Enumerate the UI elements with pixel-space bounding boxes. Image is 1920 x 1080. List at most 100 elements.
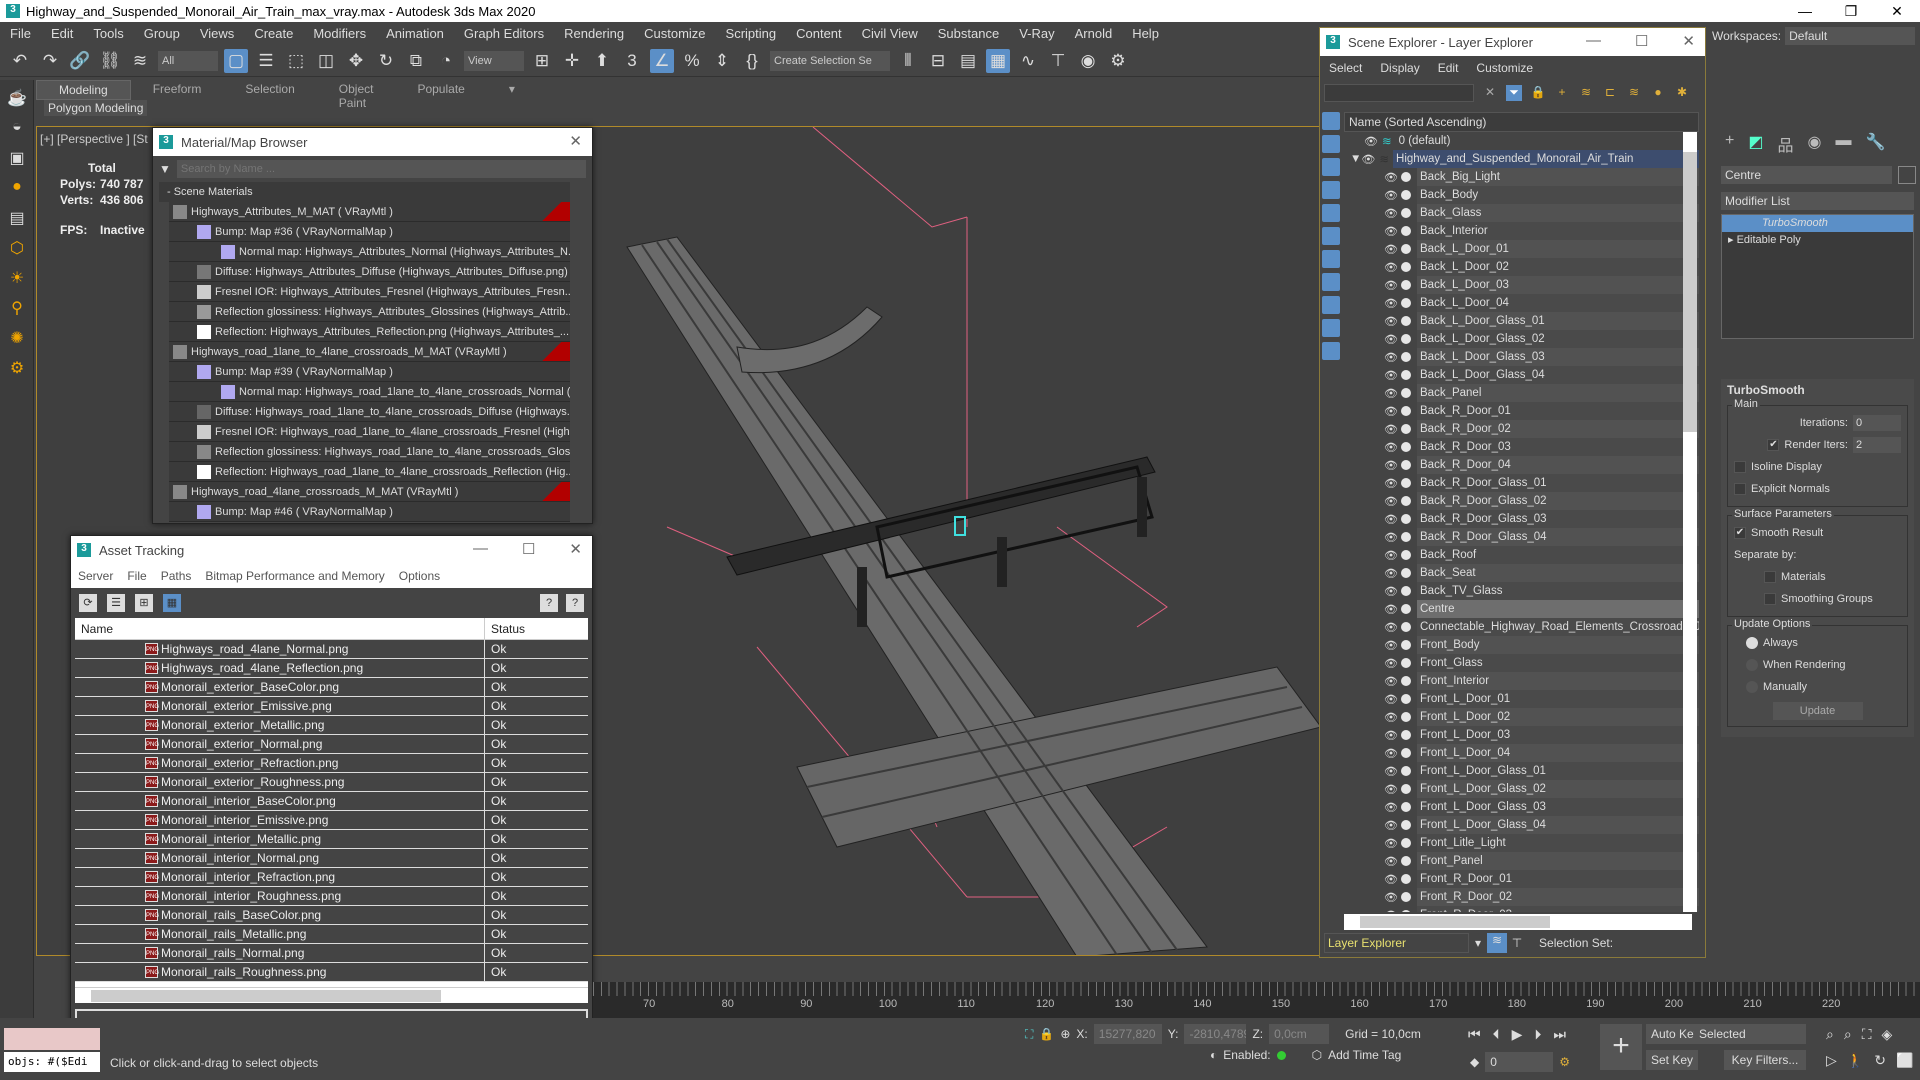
rect-selection-icon[interactable]: ⬚ <box>284 49 308 73</box>
scene-explorer-titlebar[interactable]: 3 Scene Explorer - Layer Explorer — ☐ ✕ <box>1320 28 1705 56</box>
object-row[interactable]: 👁 Back_Seat <box>1344 564 1699 582</box>
smooth-result-checkbox[interactable]: ✔ <box>1734 527 1746 539</box>
object-row[interactable]: 👁 Back_L_Door_Glass_03 <box>1344 348 1699 366</box>
object-row[interactable]: 👁 Front_R_Door_03 <box>1344 906 1699 912</box>
absolute-mode-icon[interactable]: ⊕ <box>1060 1027 1070 1041</box>
hierarchy-icon[interactable]: ⊏ <box>1602 85 1618 101</box>
menu-arnold[interactable]: Arnold <box>1065 26 1123 41</box>
light-layer-icon[interactable]: ● <box>1650 85 1666 101</box>
object-row[interactable]: 👁 Back_L_Door_01 <box>1344 240 1699 258</box>
object-row[interactable]: 👁 Back_L_Door_04 <box>1344 294 1699 312</box>
material-item[interactable]: Highways_road_1lane_to_4lane_crossroads_… <box>169 342 570 362</box>
object-row[interactable]: 👁 Front_L_Door_04 <box>1344 744 1699 762</box>
render-iters-spinner[interactable]: 2 <box>1853 437 1901 453</box>
material-search-input[interactable] <box>176 160 586 178</box>
modify-tab-icon[interactable]: ◩ <box>1748 132 1763 156</box>
object-row[interactable]: 👁 Centre <box>1344 600 1699 618</box>
add-to-layer-icon[interactable]: ≋ <box>1578 85 1594 101</box>
object-row[interactable]: 👁 Front_L_Door_03 <box>1344 726 1699 744</box>
horizontal-scrollbar[interactable] <box>75 987 588 1003</box>
visibility-eye-icon[interactable]: 👁 <box>1384 621 1398 634</box>
table-row[interactable]: PNG Monorail_exterior_Metallic.png Ok <box>75 716 588 735</box>
unlink-icon[interactable]: ⛓ <box>98 49 122 73</box>
object-row[interactable]: 👁 Back_R_Door_01 <box>1344 402 1699 420</box>
object-row[interactable]: 👁 Front_R_Door_02 <box>1344 888 1699 906</box>
vertical-scrollbar[interactable] <box>1683 132 1697 912</box>
menu-group[interactable]: Group <box>134 26 190 41</box>
map-item[interactable]: Normal map: Highways_Attributes_Normal (… <box>169 242 570 262</box>
lights-filter-icon[interactable] <box>1322 158 1340 176</box>
visibility-eye-icon[interactable]: 👁 <box>1384 189 1398 202</box>
object-row[interactable]: 👁 Back_Big_Light <box>1344 168 1699 186</box>
visibility-eye-icon[interactable]: 👁 <box>1384 279 1398 292</box>
visibility-eye-icon[interactable]: 👁 <box>1384 405 1398 418</box>
cameras-filter-icon[interactable] <box>1322 181 1340 199</box>
new-layer-icon[interactable]: + <box>1554 85 1570 101</box>
hierarchy-tab-icon[interactable]: 品 <box>1777 132 1793 156</box>
object-row[interactable]: 👁 Back_L_Door_Glass_01 <box>1344 312 1699 330</box>
viewport-label[interactable]: [+] [Perspective ] [St <box>40 132 148 146</box>
column-header-name[interactable]: Name (Sorted Ascending) <box>1344 112 1699 132</box>
visibility-eye-icon[interactable]: 👁 <box>1384 423 1398 436</box>
iterations-spinner[interactable]: 0 <box>1853 415 1901 431</box>
layers-mode-icon[interactable]: ≋ <box>1487 933 1508 953</box>
table-row[interactable]: PNG Highways_road_4lane_Normal.png Ok <box>75 640 588 659</box>
menu-file[interactable]: File <box>0 26 41 41</box>
object-row[interactable]: 👁 Connectable_Highway_Road_Elements_Cross… <box>1344 618 1699 636</box>
visibility-eye-icon[interactable]: 👁 <box>1384 513 1398 526</box>
lock-icon[interactable]: 🔒 <box>1530 85 1546 101</box>
menu-create[interactable]: Create <box>244 26 303 41</box>
spacewarps-filter-icon[interactable] <box>1322 227 1340 245</box>
shapes-icon[interactable]: ⬡ <box>6 238 28 260</box>
close-button[interactable]: ✕ <box>1874 0 1920 22</box>
asset-menu-server[interactable]: Server <box>71 569 120 583</box>
link-icon[interactable]: 🔗 <box>68 49 92 73</box>
tree-view-icon[interactable]: ⊞ <box>135 594 153 612</box>
visibility-eye-icon[interactable]: 👁 <box>1384 639 1398 652</box>
material-browser-titlebar[interactable]: 3 Material/Map Browser ✕ <box>153 128 592 156</box>
visibility-eye-icon[interactable]: 👁 <box>1384 207 1398 220</box>
bind-spacewarp-icon[interactable]: ≋ <box>128 49 152 73</box>
visibility-eye-icon[interactable]: 👁 <box>1384 819 1398 832</box>
map-item[interactable]: Diffuse: Highways_Attributes_Diffuse (Hi… <box>169 262 570 282</box>
previous-frame-icon[interactable]: ⏴ <box>1493 1026 1500 1043</box>
tab-selection[interactable]: Selection <box>223 80 316 100</box>
menu-civil-view[interactable]: Civil View <box>852 26 928 41</box>
object-row[interactable]: 👁 Front_Glass <box>1344 654 1699 672</box>
containers-filter-icon[interactable] <box>1322 319 1340 337</box>
align-icon[interactable]: ⊟ <box>926 49 950 73</box>
visibility-eye-icon[interactable]: 👁 <box>1384 351 1398 364</box>
zoom-icon[interactable]: ⌕ <box>1826 1026 1834 1043</box>
object-row[interactable]: 👁 Back_L_Door_Glass_02 <box>1344 330 1699 348</box>
visibility-eye-icon[interactable]: 👁 <box>1384 711 1398 724</box>
object-row[interactable]: 👁 Back_Roof <box>1344 546 1699 564</box>
asset-menu-options[interactable]: Options <box>392 569 447 583</box>
menu-content[interactable]: Content <box>786 26 852 41</box>
object-name-field[interactable]: Centre <box>1721 166 1892 184</box>
object-row[interactable]: 👁 Front_Panel <box>1344 852 1699 870</box>
groups-filter-icon[interactable] <box>1322 250 1340 268</box>
visibility-eye-icon[interactable]: 👁 <box>1384 765 1398 778</box>
modifier-list-dropdown[interactable]: Modifier List <box>1721 192 1914 210</box>
always-radio[interactable] <box>1746 637 1758 649</box>
menu-edit[interactable]: Edit <box>41 26 83 41</box>
visibility-eye-icon[interactable]: 👁 <box>1384 783 1398 796</box>
layer-row[interactable]: 👁 ≋ 0 (default) <box>1344 132 1699 150</box>
select-object-icon[interactable]: ▢ <box>224 48 248 73</box>
walk-through-icon[interactable]: 🚶 <box>1847 1052 1864 1069</box>
placement-icon[interactable]: ◔ <box>434 49 458 73</box>
table-row[interactable]: PNG Monorail_rails_Roughness.png Ok <box>75 963 588 982</box>
visibility-eye-icon[interactable]: 👁 <box>1384 459 1398 472</box>
freeze-icon[interactable]: ✱ <box>1674 85 1690 101</box>
selection-filter-dropdown[interactable]: All <box>158 50 218 71</box>
visibility-eye-icon[interactable]: 👁 <box>1384 549 1398 562</box>
isolate-icon[interactable]: ⛶ <box>1025 1027 1033 1042</box>
visibility-eye-icon[interactable]: 👁 <box>1384 837 1398 850</box>
schematic-view-icon[interactable]: ⊤ <box>1046 49 1070 73</box>
dropdown-arrow-icon[interactable]: ▾ <box>1475 936 1481 950</box>
map-item[interactable]: Bump: Map #39 ( VRayNormalMap ) <box>169 362 570 382</box>
window-crossing-icon[interactable]: ◫ <box>314 49 338 73</box>
menu-modifiers[interactable]: Modifiers <box>303 26 376 41</box>
visibility-eye-icon[interactable]: 👁 <box>1384 909 1398 913</box>
object-row[interactable]: 👁 Back_Body <box>1344 186 1699 204</box>
